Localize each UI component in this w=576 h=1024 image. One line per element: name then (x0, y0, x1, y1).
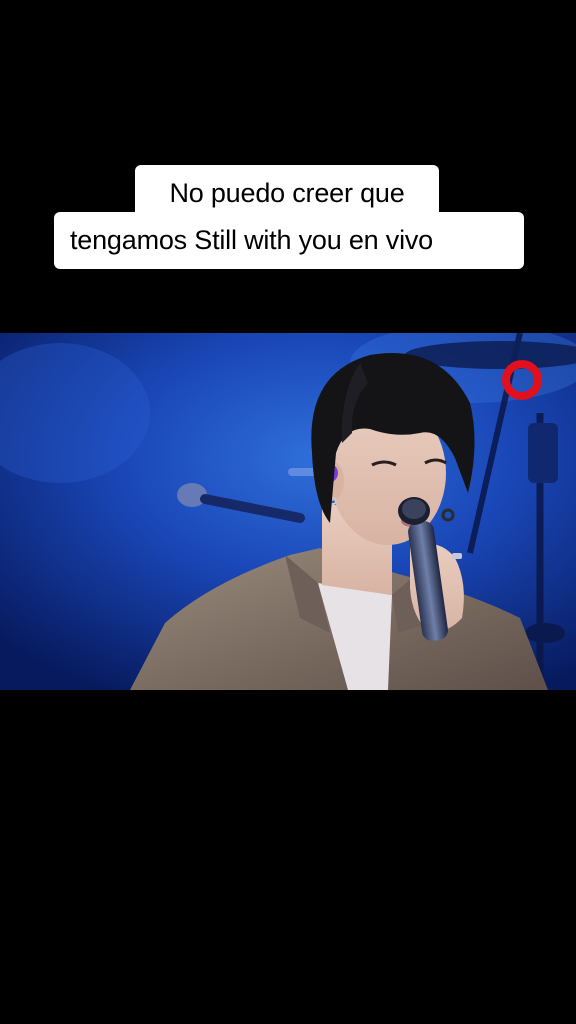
video-frame[interactable]: No puedo creer que tengamos Still with y… (0, 0, 576, 1024)
concert-scene (0, 333, 576, 690)
concert-video[interactable] (0, 333, 576, 690)
caption-line-2: tengamos Still with you en vivo (54, 212, 524, 269)
